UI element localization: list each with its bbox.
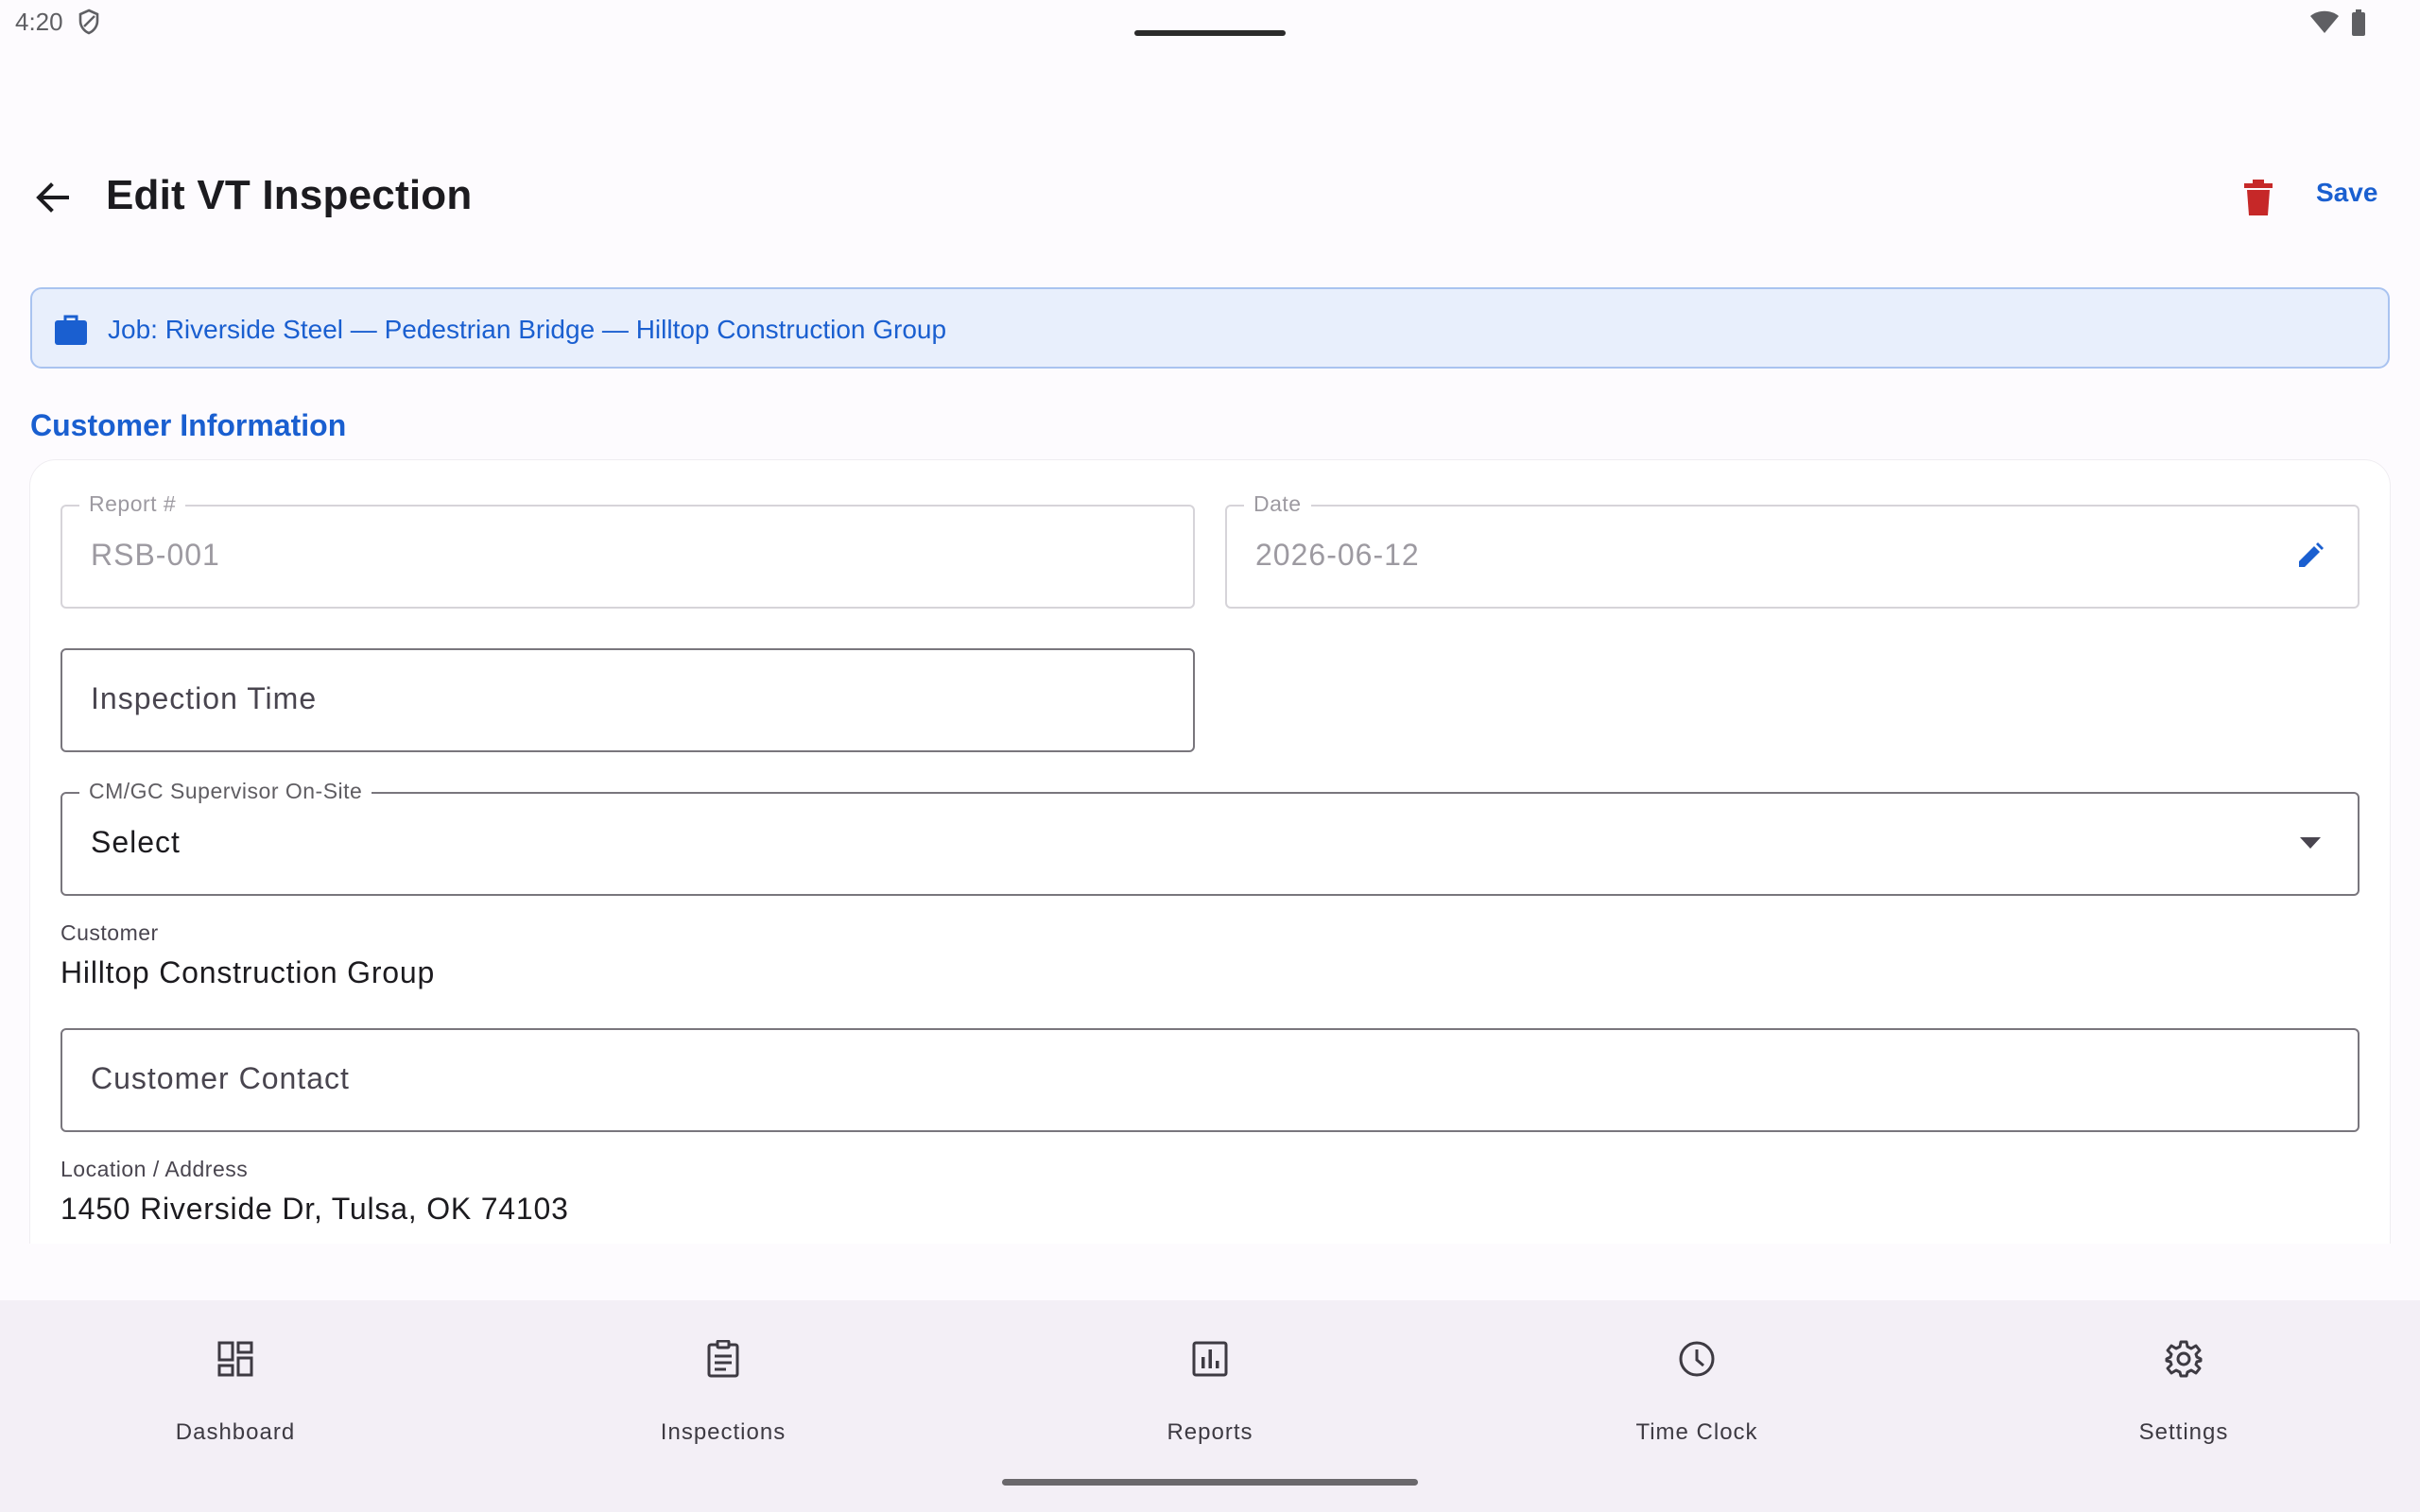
nav-item-time-clock[interactable]: Time Clock <box>1555 1329 1839 1452</box>
nav-label-reports: Reports <box>1167 1419 1253 1445</box>
nav-item-inspections[interactable]: Inspections <box>581 1329 865 1452</box>
customer-contact-placeholder: Customer Contact <box>91 1061 350 1095</box>
nav-label-inspections: Inspections <box>660 1419 786 1445</box>
trash-icon <box>2244 180 2273 215</box>
status-time: 4:20 <box>15 8 63 36</box>
bar-chart-icon <box>1192 1341 1228 1377</box>
date-field[interactable]: Date 2026-06-12 <box>1225 491 2360 609</box>
pencil-icon <box>2299 542 2324 567</box>
report-number-value: RSB-001 <box>91 538 220 572</box>
location-value: 1450 Riverside Dr, Tulsa, OK 74103 <box>60 1192 569 1226</box>
nav-item-dashboard[interactable]: Dashboard <box>94 1329 377 1452</box>
report-number-label: Report # <box>79 491 186 517</box>
back-button[interactable] <box>28 174 76 221</box>
report-number-field[interactable]: Report # RSB-001 <box>60 491 1195 609</box>
briefcase-icon <box>55 315 87 345</box>
customer-label: Customer <box>60 920 159 945</box>
location-label: Location / Address <box>60 1157 249 1181</box>
status-bar: 4:20 <box>0 0 2420 47</box>
inspection-time-field[interactable]: Inspection Time <box>60 648 1195 752</box>
page-title: Edit VT Inspection <box>106 172 473 218</box>
camera-notch-bar <box>1134 30 1286 36</box>
delete-button[interactable] <box>2235 174 2282 221</box>
dropdown-arrow-icon <box>2291 824 2329 862</box>
wifi-icon <box>2310 10 2339 33</box>
dashboard-icon <box>217 1341 253 1377</box>
job-banner-text: Job: Riverside Steel — Pedestrian Bridge… <box>108 315 947 344</box>
nav-label-time-clock: Time Clock <box>1635 1419 1758 1445</box>
bottom-navigation: Dashboard Inspections Reports Time Clock… <box>0 1300 2420 1512</box>
clipboard-icon <box>707 1340 739 1378</box>
nav-item-reports[interactable]: Reports <box>1068 1329 1352 1452</box>
date-value: 2026-06-12 <box>1255 538 1420 572</box>
edit-date-button[interactable] <box>2291 537 2329 575</box>
date-label: Date <box>1244 491 1311 517</box>
gesture-handle <box>1002 1479 1418 1486</box>
save-button[interactable]: Save <box>2316 178 2377 208</box>
customer-info-card: Report # RSB-001 Date 2026-06-12 Inspect… <box>29 459 2391 1244</box>
supervisor-dropdown[interactable]: CM/GC Supervisor On-Site Select <box>60 779 2360 896</box>
clock-icon <box>1679 1341 1715 1377</box>
inspection-time-placeholder: Inspection Time <box>91 681 318 715</box>
top-app-bar: Edit VT Inspection Save <box>0 151 2420 241</box>
job-banner: Job: Riverside Steel — Pedestrian Bridge… <box>30 287 2390 369</box>
customer-contact-field[interactable]: Customer Contact <box>60 1028 2360 1132</box>
arrow-back-icon <box>36 182 69 213</box>
supervisor-value: Select <box>91 825 181 859</box>
nav-label-settings: Settings <box>2138 1419 2229 1445</box>
gear-icon <box>2165 1340 2203 1378</box>
customer-value: Hilltop Construction Group <box>60 955 436 989</box>
nav-label-dashboard: Dashboard <box>175 1419 296 1445</box>
supervisor-label: CM/GC Supervisor On-Site <box>79 779 372 804</box>
nav-item-settings[interactable]: Settings <box>2042 1329 2325 1452</box>
section-title: Customer Information <box>30 408 347 442</box>
battery-icon <box>2352 9 2365 36</box>
shield-icon <box>78 9 99 35</box>
